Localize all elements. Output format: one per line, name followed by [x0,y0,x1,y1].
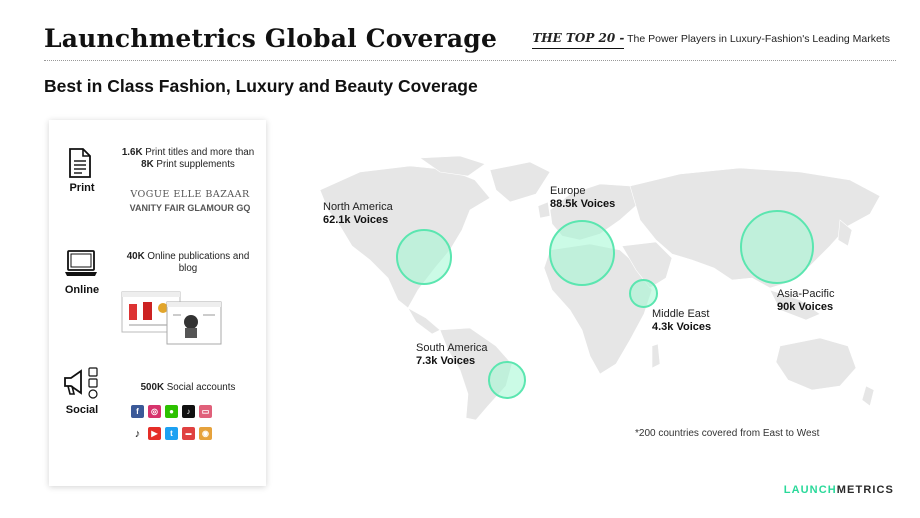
social-label: Social [65,404,99,416]
online-description: 40K Online publications and blog [126,251,250,274]
label-south-america: South America 7.3k Voices [416,342,488,367]
magazine-logos-row1: VOGUE ELLE BAZAAR [130,189,250,200]
twitter-icon: t [165,427,178,440]
tiktok-icon: ♪ [182,405,195,418]
online-label: Online [64,284,100,296]
bubble-europe [549,220,615,286]
xiaohongshu-icon: ▭ [199,405,212,418]
document-icon [69,148,91,178]
page-title: Launchmetrics Global Coverage [44,24,498,53]
label-middle-east: Middle East 4.3k Voices [652,308,712,333]
top20-label: THE TOP 20 - [532,31,625,49]
magazine-logos-row2: VANITY FAIR GLAMOUR GQ [129,203,251,213]
instagram-icon: ◎ [148,405,161,418]
footnote: *200 countries covered from East to West [635,428,820,439]
coverage-panel: Print 1.6K Print titles and more than 8K… [49,120,266,486]
label-north-america: North America 62.1k Voices [323,201,393,226]
wechat-icon: ● [165,405,178,418]
megaphone-icon [64,367,98,399]
social-icons-row2: ♪ ▶ t ▬ ◉ [131,427,212,440]
print-label: Print [69,182,95,194]
label-asia-pacific: Asia-Pacific 90k Voices [777,288,835,313]
facebook-icon: f [131,405,144,418]
bubble-south-america [488,361,526,399]
launchmetrics-logo: LAUNCHMETRICS [783,484,894,496]
bubble-asia-pacific [740,210,814,284]
top20-text: The Power Players in Luxury-Fashion's Le… [627,33,890,45]
dotted-divider [44,60,896,61]
weibo-icon: ◉ [199,427,212,440]
douyin-icon: ♪ [131,427,144,440]
social-description: 500K Social accounts [140,382,236,393]
bubble-north-america [396,229,452,285]
youtube-icon: ▶ [148,427,161,440]
laptop-icon [65,250,97,276]
subtitle: Best in Class Fashion, Luxury and Beauty… [44,76,478,96]
weibo-tag-icon: ▬ [182,427,195,440]
website-screenshots-image [121,291,222,345]
label-europe: Europe 88.5k Voices [550,185,616,210]
top20-banner: THE TOP 20 - The Power Players in Luxury… [532,31,890,49]
bubble-middle-east [629,279,658,308]
social-icons-row1: f ◎ ● ♪ ▭ [131,405,212,418]
print-description: 1.6K Print titles and more than 8K Print… [121,147,255,170]
